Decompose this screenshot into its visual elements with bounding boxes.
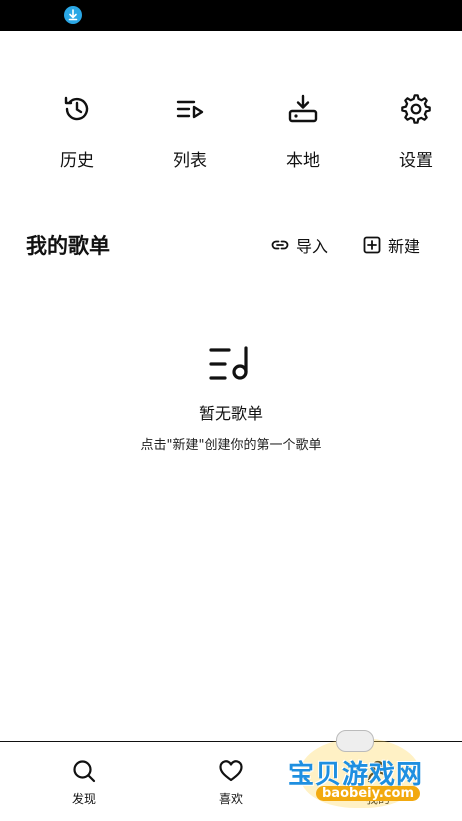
heart-icon <box>219 760 243 782</box>
import-label: 导入 <box>296 237 329 256</box>
new-label: 新建 <box>388 237 421 256</box>
import-button[interactable]: 导入 <box>270 232 328 258</box>
tab-label: 发现 <box>71 792 96 806</box>
empty-hint: 点击"新建"创建你的第一个歌单 <box>140 438 322 453</box>
empty-state: 暂无歌单 点击"新建"创建你的第一个歌单 <box>0 340 462 453</box>
section-title: 我的歌单 <box>26 234 110 258</box>
tab-label: 喜欢 <box>218 792 243 806</box>
download-notification-icon <box>64 6 82 24</box>
quick-action-label: 设置 <box>399 151 433 171</box>
my-playlists-header: 我的歌单 导入 新建 <box>0 228 462 262</box>
quick-action-label: 历史 <box>60 151 94 171</box>
tab-discover[interactable]: 发现 <box>44 758 124 807</box>
search-icon <box>73 760 96 783</box>
watermark-url: baobeiy.com <box>316 786 420 801</box>
quick-action-history[interactable]: 历史 <box>32 90 122 180</box>
music-list-icon <box>209 346 248 380</box>
playlist-icon <box>176 100 204 119</box>
history-icon <box>64 96 89 121</box>
quick-action-list[interactable]: 列表 <box>145 90 235 180</box>
link-icon <box>271 240 289 250</box>
watermark-logo: 宝贝游戏网 baobeiy.com <box>286 728 436 818</box>
quick-action-label: 列表 <box>173 151 207 171</box>
tab-favorites[interactable]: 喜欢 <box>191 758 271 807</box>
local-download-icon <box>288 94 318 123</box>
new-playlist-button[interactable]: 新建 <box>362 232 420 258</box>
gamepad-icon <box>336 730 374 752</box>
quick-action-local[interactable]: 本地 <box>258 90 348 180</box>
empty-title: 暂无歌单 <box>198 404 263 423</box>
quick-actions: 历史 列表 本地 设置 <box>0 90 462 180</box>
add-box-icon <box>363 236 381 254</box>
quick-action-settings[interactable]: 设置 <box>371 90 461 180</box>
status-bar <box>0 0 462 31</box>
quick-action-label: 本地 <box>286 151 320 171</box>
gear-icon <box>401 94 431 124</box>
